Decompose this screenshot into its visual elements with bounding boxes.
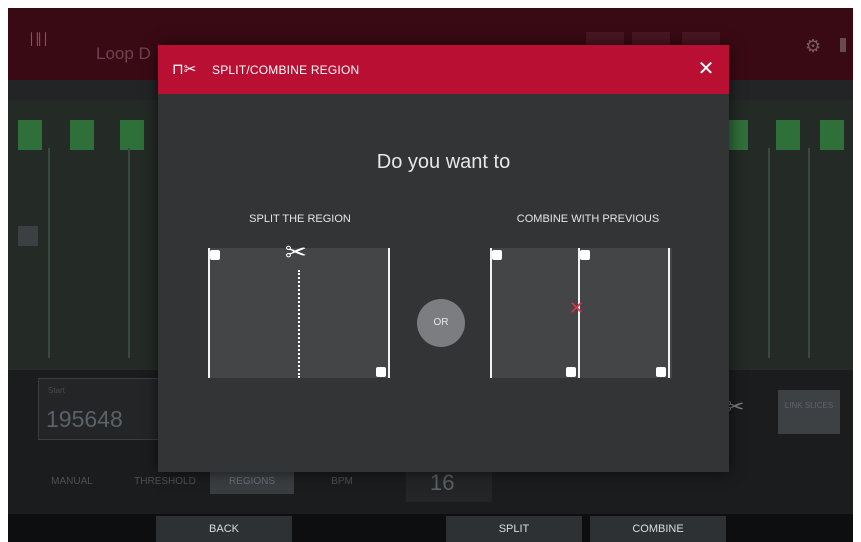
tab-regions[interactable]: REGIONS	[210, 470, 294, 494]
side-marker[interactable]	[18, 226, 38, 246]
split-option-label: SPLIT THE REGION	[249, 213, 351, 225]
start-label: Start	[48, 386, 65, 395]
gear-icon[interactable]: ⚙	[805, 36, 821, 57]
back-button[interactable]: BACK	[156, 516, 292, 542]
remove-marker-icon: ✕	[569, 298, 585, 318]
split-cut-line	[298, 270, 300, 378]
dialog-header: ⊓✂ SPLIT/COMBINE REGION ✕	[158, 45, 729, 94]
region-start-handle	[492, 250, 502, 260]
start-value: 195648	[46, 406, 123, 432]
waveform-line	[48, 148, 50, 358]
region-end-handle	[376, 367, 386, 377]
slice-count-value: 16	[430, 470, 455, 495]
region-end-handle	[656, 367, 666, 377]
region-start-line	[208, 248, 210, 378]
link-slices-button[interactable]: LINK SLICES	[778, 390, 840, 434]
region-start-line	[490, 248, 492, 378]
menu-icon[interactable]	[840, 38, 846, 52]
tab-bpm[interactable]: BPM	[302, 470, 382, 494]
region-end-line	[388, 248, 390, 378]
slice-marker[interactable]	[18, 120, 42, 150]
waveform-line	[808, 148, 810, 358]
tab-manual[interactable]: MANUAL	[32, 470, 112, 494]
slice-marker[interactable]	[120, 120, 144, 150]
dialog-title: SPLIT/COMBINE REGION	[212, 63, 360, 77]
waveform-line	[128, 148, 130, 358]
combine-illustration[interactable]: ✕	[490, 248, 672, 378]
region-middle-end-handle	[566, 367, 576, 377]
split-combine-dialog: ⊓✂ SPLIT/COMBINE REGION ✕ Do you want to…	[158, 45, 729, 472]
app-screen: ∣∥∣ Loop D ⌕ ⚙ Start 195648 MANUAL THRES…	[8, 8, 853, 542]
combine-option-label: COMBINE WITH PREVIOUS	[516, 213, 660, 225]
dialog-question: Do you want to	[376, 151, 511, 173]
combine-button[interactable]: COMBINE	[590, 516, 726, 542]
slice-marker[interactable]	[776, 120, 800, 150]
split-combine-icon: ⊓✂	[172, 61, 197, 78]
bottom-bar	[8, 514, 853, 542]
region-end-line	[668, 248, 670, 378]
slice-marker[interactable]	[70, 120, 94, 150]
split-button[interactable]: SPLIT	[446, 516, 582, 542]
scissors-icon: ✂	[285, 237, 307, 267]
split-illustration[interactable]: ✂	[208, 239, 390, 378]
app-title: Loop D	[96, 44, 151, 63]
region-middle-handle	[580, 250, 590, 260]
slice-marker[interactable]	[820, 120, 844, 150]
waveform-line	[768, 148, 770, 358]
tab-threshold[interactable]: THRESHOLD	[120, 470, 210, 494]
or-badge: OR	[417, 299, 465, 347]
close-icon[interactable]: ✕	[694, 57, 718, 81]
region-start-handle	[210, 250, 220, 260]
waveform-icon: ∣∥∣	[28, 30, 49, 46]
